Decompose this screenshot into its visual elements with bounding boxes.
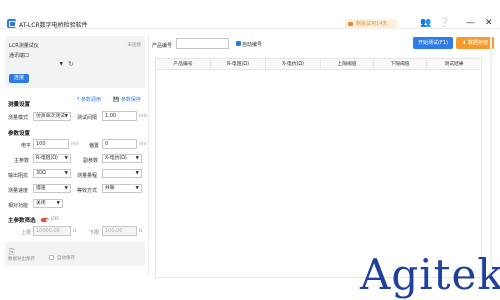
th-x: X-电抗(Ω) bbox=[266, 59, 321, 70]
port-select[interactable]: ▼ bbox=[9, 61, 65, 70]
connect-button[interactable]: 连接 bbox=[9, 74, 29, 83]
lower-label: 下限 bbox=[89, 230, 100, 236]
th-r: R-电阻(Ω) bbox=[211, 59, 266, 70]
equiv-select[interactable]: 并联 ▼ bbox=[102, 184, 142, 193]
auto-save-label: 自动保存 bbox=[57, 256, 75, 261]
results-table: 产品编号 R-电阻(Ω) X-电抗(Ω) 上限阈值 下限阈值 测试结果 bbox=[155, 58, 482, 278]
main-param-label: 主参数 bbox=[14, 158, 30, 164]
sub-param-select[interactable]: X-电抗(Ω) ▼ bbox=[102, 154, 142, 163]
help-icon[interactable]: ❔ bbox=[439, 18, 450, 29]
auto-number-label: 自动编号 bbox=[242, 42, 263, 48]
level-label: 电平 bbox=[21, 143, 32, 149]
table-header: 产品编号 R-电阻(Ω) X-电抗(Ω) 上限阈值 下限阈值 测试结果 bbox=[156, 59, 481, 70]
export-label[interactable]: 数据导出保存 bbox=[8, 256, 35, 262]
window-title: AT-LCR数字电桥检验软件 bbox=[19, 22, 88, 29]
speed-label: 测量速度 bbox=[8, 188, 29, 194]
interval-label: 测试间隔 bbox=[77, 115, 98, 121]
bias-input[interactable]: 0 bbox=[102, 139, 137, 149]
connection-status: 未连接 bbox=[127, 43, 142, 48]
chevron-down-icon: ▼ bbox=[59, 62, 63, 67]
interval-input[interactable]: 1.00 bbox=[102, 111, 137, 121]
out-impedance-label: 输出阻抗 bbox=[8, 173, 29, 179]
connection-title: LCR测量试仪 bbox=[9, 43, 39, 49]
upper-input[interactable]: 10000.00 bbox=[33, 226, 71, 236]
params-section-title: 参数设置 bbox=[8, 131, 31, 137]
app-icon bbox=[7, 19, 16, 28]
th-lower: 下限阈值 bbox=[374, 59, 427, 70]
bias-unit: mV bbox=[139, 142, 147, 147]
clock-icon bbox=[348, 21, 353, 26]
sorting-toggle[interactable] bbox=[41, 218, 49, 222]
sidebar: LCR测量试仪 未连接 通讯端口 ▼ ↻ 连接 测量设置 ⤒ 参数调用 💾 参数… bbox=[5, 36, 148, 266]
port-label: 通讯端口 bbox=[9, 53, 30, 59]
param-import-link[interactable]: ⤒ 参数调用 bbox=[77, 96, 101, 103]
th-product: 产品编号 bbox=[156, 59, 211, 70]
close-icon[interactable]: ✕ bbox=[485, 18, 493, 29]
product-label: 产品编号 bbox=[152, 43, 173, 49]
lower-unit: Ω bbox=[139, 229, 143, 234]
measure-section-title: 测量设置 bbox=[8, 102, 31, 108]
mode-select[interactable]: 仿真单次测试 ▼ bbox=[33, 112, 71, 121]
connection-card: LCR测量试仪 未连接 通讯端口 ▼ ↻ 连接 bbox=[5, 36, 145, 88]
interval-unit: kHz bbox=[139, 114, 148, 119]
bottom-bar: ⎘ 数据导出保存 自动保存 bbox=[5, 242, 145, 266]
scrollbar[interactable] bbox=[490, 36, 492, 276]
refresh-icon[interactable]: ↻ bbox=[68, 60, 74, 68]
save-data-button[interactable]: ⬇ 数据存储 bbox=[456, 37, 494, 49]
start-test-button[interactable]: 开始测试(F1) bbox=[413, 37, 453, 49]
level-input[interactable]: 100 bbox=[33, 139, 69, 149]
th-result: 测试结果 bbox=[444, 62, 464, 67]
relative-select[interactable]: 关闭 ▼ bbox=[33, 199, 63, 208]
relative-label: 相对功能 bbox=[8, 203, 29, 209]
lower-input[interactable]: 100.00 bbox=[102, 226, 137, 236]
upper-label: 上限 bbox=[21, 230, 32, 236]
range-label: 测量量程 bbox=[77, 173, 98, 179]
speed-select[interactable]: 慢速 ▼ bbox=[33, 184, 71, 193]
title-bar: AT-LCR数字电桥检验软件 剩余试用14天 👥 ❔ — ✕ bbox=[0, 0, 500, 29]
out-impedance-select[interactable]: 30Ω ▼ bbox=[33, 169, 71, 178]
sub-param-label: 副参数 bbox=[83, 158, 99, 164]
mode-label: 测量模式 bbox=[8, 115, 29, 121]
main-param-select[interactable]: R-电阻(Ω) ▼ bbox=[33, 154, 71, 163]
sorting-toggle-label: OFF bbox=[51, 217, 60, 222]
bias-label: 偏置 bbox=[89, 143, 100, 149]
level-unit: mV bbox=[71, 142, 79, 147]
divider bbox=[148, 36, 149, 276]
auto-save-checkbox[interactable] bbox=[49, 255, 54, 260]
range-select[interactable]: ▼ bbox=[102, 169, 142, 178]
auto-number-checkbox[interactable] bbox=[236, 41, 241, 46]
users-icon[interactable]: 👥 bbox=[420, 18, 431, 29]
sorting-section-title: 主参数筛选 bbox=[8, 218, 36, 224]
trial-text: 剩余试用14天 bbox=[356, 21, 388, 27]
trial-badge: 剩余试用14天 bbox=[345, 19, 397, 29]
minimize-icon[interactable]: — bbox=[466, 18, 475, 29]
upper-unit: Ω bbox=[73, 229, 77, 234]
product-input[interactable] bbox=[176, 38, 229, 49]
equiv-label: 等效方式 bbox=[77, 188, 98, 194]
th-upper: 上限阈值 bbox=[321, 59, 374, 70]
param-save-link[interactable]: 💾 参数保存 bbox=[113, 96, 141, 103]
brand-watermark: Agitek bbox=[360, 250, 500, 299]
